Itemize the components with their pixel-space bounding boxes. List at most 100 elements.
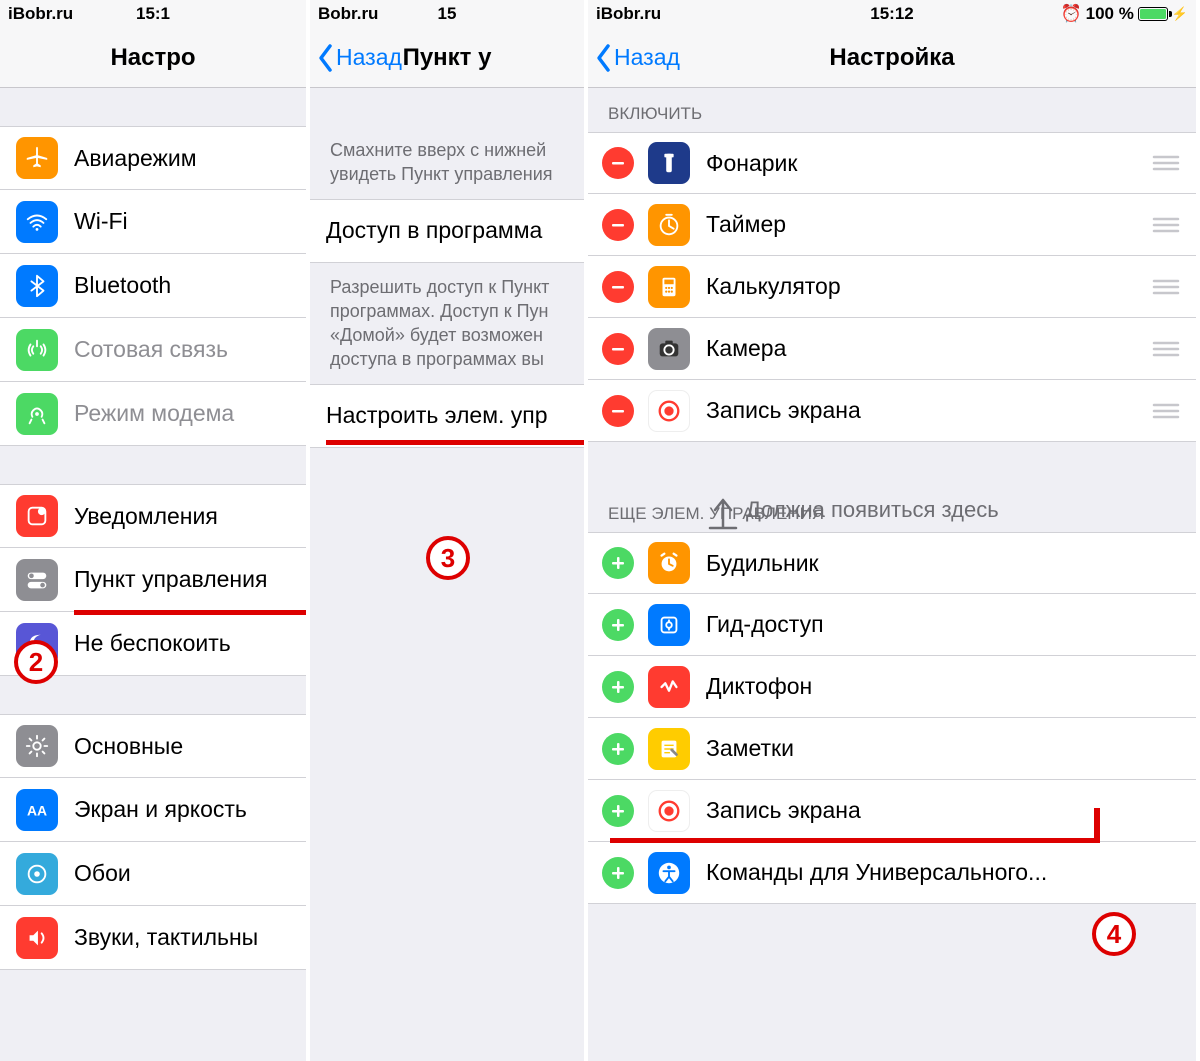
row-accessibility[interactable]: Команды для Универсального... bbox=[588, 842, 1196, 904]
row-label: Обои bbox=[74, 860, 290, 887]
add-button[interactable] bbox=[602, 857, 634, 889]
row-record[interactable]: Запись экрана bbox=[588, 380, 1196, 442]
nav-bar: Назад Пункт у bbox=[310, 28, 584, 88]
section-header-include: ВКЛЮЧИТЬ bbox=[588, 88, 1196, 132]
back-label: Назад bbox=[614, 44, 680, 71]
row-label: Диктофон bbox=[706, 673, 1180, 700]
remove-button[interactable] bbox=[602, 271, 634, 303]
row-label: Фонарик bbox=[706, 150, 1152, 177]
battery-icon bbox=[1138, 7, 1168, 21]
row-label: Будильник bbox=[706, 550, 1180, 577]
row-voice[interactable]: Диктофон bbox=[588, 656, 1196, 718]
toggles-icon bbox=[16, 559, 58, 601]
nav-title: Настройка bbox=[829, 44, 954, 72]
panel-customize: iBobr.ru 15:12 ⏰ 100 % ⚡ Назад Настройка… bbox=[588, 0, 1200, 1061]
remove-button[interactable] bbox=[602, 147, 634, 179]
flashlight-icon bbox=[648, 142, 690, 184]
row-camera[interactable]: Камера bbox=[588, 318, 1196, 380]
back-button[interactable]: Назад bbox=[316, 43, 402, 73]
section-description: Разрешить доступ к Пункт программах. Дос… bbox=[310, 263, 584, 384]
row-label: Экран и яркость bbox=[74, 796, 290, 823]
row-record[interactable]: Запись экрана bbox=[588, 780, 1196, 842]
nav-title: Настро bbox=[110, 44, 195, 72]
timer-icon bbox=[648, 204, 690, 246]
row-bluetooth[interactable]: Bluetooth bbox=[0, 254, 306, 318]
row-label: Режим модема bbox=[74, 400, 290, 427]
row-label: Основные bbox=[74, 733, 290, 760]
status-time: 15:12 bbox=[870, 4, 913, 24]
airplane-icon bbox=[16, 137, 58, 179]
row-toggles[interactable]: Пункт управления bbox=[0, 548, 306, 612]
row-notes[interactable]: Заметки bbox=[588, 718, 1196, 780]
row-guided[interactable]: Гид-доступ bbox=[588, 594, 1196, 656]
row-cellular[interactable]: Сотовая связь bbox=[0, 318, 306, 382]
remove-button[interactable] bbox=[602, 395, 634, 427]
cellular-icon bbox=[16, 329, 58, 371]
drag-handle-icon[interactable] bbox=[1152, 340, 1180, 358]
status-carrier: iBobr.ru bbox=[8, 4, 73, 24]
row-notifications[interactable]: Уведомления bbox=[0, 484, 306, 548]
row-display[interactable]: AAЭкран и яркость bbox=[0, 778, 306, 842]
row-timer[interactable]: Таймер bbox=[588, 194, 1196, 256]
remove-button[interactable] bbox=[602, 209, 634, 241]
drag-handle-icon[interactable] bbox=[1152, 402, 1180, 420]
row-label: Запись экрана bbox=[706, 397, 1152, 424]
status-carrier: Bobr.ru bbox=[318, 4, 378, 24]
notes-icon bbox=[648, 728, 690, 770]
back-button[interactable]: Назад bbox=[594, 43, 680, 73]
row-label: Команды для Универсального... bbox=[706, 859, 1180, 886]
add-button[interactable] bbox=[602, 795, 634, 827]
row-hotspot[interactable]: Режим модема bbox=[0, 382, 306, 446]
row-alarm[interactable]: Будильник bbox=[588, 532, 1196, 594]
annotation-badge-3: 3 bbox=[426, 536, 470, 580]
accessibility-icon bbox=[648, 852, 690, 894]
row-label: Wi-Fi bbox=[74, 208, 290, 235]
add-button[interactable] bbox=[602, 547, 634, 579]
notifications-icon bbox=[16, 495, 58, 537]
row-flashlight[interactable]: Фонарик bbox=[588, 132, 1196, 194]
nav-title: Пункт у bbox=[403, 44, 492, 72]
status-bar: iBobr.ru 15:12 ⏰ 100 % ⚡ bbox=[588, 0, 1196, 28]
row-calculator[interactable]: Калькулятор bbox=[588, 256, 1196, 318]
row-sound[interactable]: Звуки, тактильны bbox=[0, 906, 306, 970]
row-label: Заметки bbox=[706, 735, 1180, 762]
row-gear[interactable]: Основные bbox=[0, 714, 306, 778]
back-label: Назад bbox=[336, 44, 402, 71]
row-label: Таймер bbox=[706, 211, 1152, 238]
add-button[interactable] bbox=[602, 609, 634, 641]
charging-icon: ⚡ bbox=[1172, 6, 1188, 22]
remove-button[interactable] bbox=[602, 333, 634, 365]
hotspot-icon bbox=[16, 393, 58, 435]
add-button[interactable] bbox=[602, 671, 634, 703]
row-label: Гид-доступ bbox=[706, 611, 1180, 638]
row-label: Камера bbox=[706, 335, 1152, 362]
wallpaper-icon bbox=[16, 853, 58, 895]
gear-icon bbox=[16, 725, 58, 767]
drag-handle-icon[interactable] bbox=[1152, 278, 1180, 296]
sound-icon bbox=[16, 917, 58, 959]
annotation-badge-4: 4 bbox=[1092, 912, 1136, 956]
status-bar: Bobr.ru 15 bbox=[310, 0, 584, 28]
wifi-icon bbox=[16, 201, 58, 243]
panel-settings: iBobr.ru 15:1 Настро АвиарежимWi-FiBluet… bbox=[0, 0, 310, 1061]
voice-icon bbox=[648, 666, 690, 708]
row-access-in-apps[interactable]: Доступ в программа bbox=[310, 199, 584, 263]
battery-percent: 100 % bbox=[1086, 4, 1134, 24]
panel-control-center: Bobr.ru 15 Назад Пункт у Смахните вверх … bbox=[310, 0, 588, 1061]
record-icon bbox=[648, 390, 690, 432]
drag-handle-icon[interactable] bbox=[1152, 154, 1180, 172]
row-airplane[interactable]: Авиарежим bbox=[0, 126, 306, 190]
drag-handle-icon[interactable] bbox=[1152, 216, 1180, 234]
nav-bar: Настро bbox=[0, 28, 306, 88]
row-label: Сотовая связь bbox=[74, 336, 290, 363]
row-wifi[interactable]: Wi-Fi bbox=[0, 190, 306, 254]
row-customize-controls[interactable]: Настроить элем. упр bbox=[310, 384, 584, 448]
row-label: Bluetooth bbox=[74, 272, 290, 299]
guided-icon bbox=[648, 604, 690, 646]
row-label: Звуки, тактильны bbox=[74, 924, 290, 951]
row-label: Авиарежим bbox=[74, 145, 290, 172]
row-label: Запись экрана bbox=[706, 797, 1180, 824]
status-time: 15 bbox=[438, 4, 457, 24]
row-wallpaper[interactable]: Обои bbox=[0, 842, 306, 906]
add-button[interactable] bbox=[602, 733, 634, 765]
